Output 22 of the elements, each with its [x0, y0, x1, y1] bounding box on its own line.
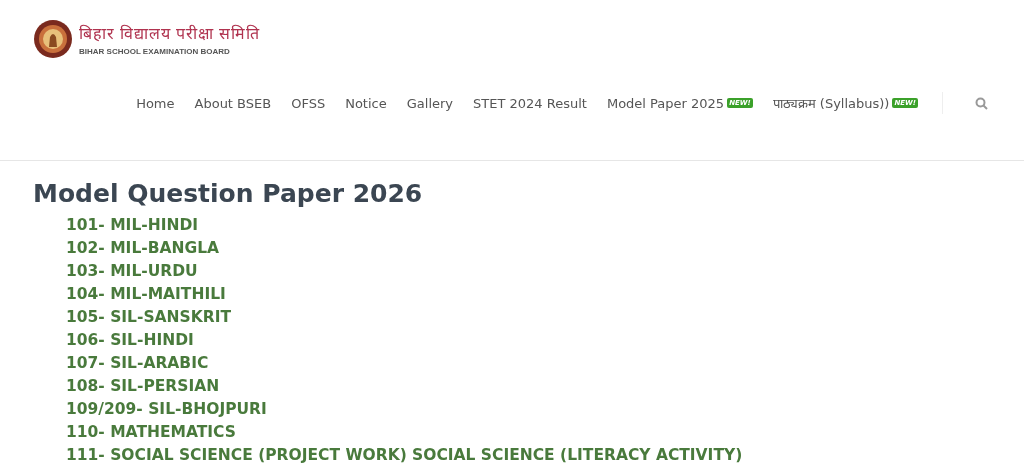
nav-link[interactable]: OFSS: [291, 95, 326, 111]
nav-link[interactable]: STET 2024 Result: [473, 95, 587, 111]
paper-link[interactable]: 108- SIL-PERSIAN: [66, 375, 991, 398]
paper-link[interactable]: 109/209- SIL-BHOJPURI: [66, 398, 991, 421]
paper-link[interactable]: 101- MIL-HINDI: [66, 214, 991, 237]
paper-link[interactable]: 102- MIL-BANGLA: [66, 237, 991, 260]
logo-subtitle: BIHAR SCHOOL EXAMINATION BOARD: [79, 47, 231, 56]
nav-link[interactable]: Gallery: [406, 95, 454, 111]
nav-link[interactable]: About BSEB: [194, 95, 272, 111]
logo-title: बिहार विद्यालय परीक्षा समिति: [79, 23, 260, 44]
nav-link[interactable]: Notice: [345, 95, 387, 111]
paper-link[interactable]: 104- MIL-MAITHILI: [66, 283, 991, 306]
paper-link[interactable]: 111- SOCIAL SCIENCE (PROJECT WORK) SOCIAL SCIENCE (LITERACY ACTIVITY): [66, 444, 991, 467]
paper-link[interactable]: 110- MATHEMATICS: [66, 421, 991, 444]
paper-link[interactable]: 103- MIL-URDU: [66, 260, 991, 283]
emblem-logo: [33, 19, 73, 59]
paper-link[interactable]: 105- SIL-SANSKRIT: [66, 306, 991, 329]
paper-link[interactable]: 106- SIL-HINDI: [66, 329, 991, 352]
paper-link[interactable]: 107- SIL-ARABIC: [66, 352, 991, 375]
search-icon[interactable]: [975, 96, 988, 110]
nav-link[interactable]: Home: [136, 95, 175, 111]
page-heading: Model Question Paper 2026: [33, 179, 424, 208]
